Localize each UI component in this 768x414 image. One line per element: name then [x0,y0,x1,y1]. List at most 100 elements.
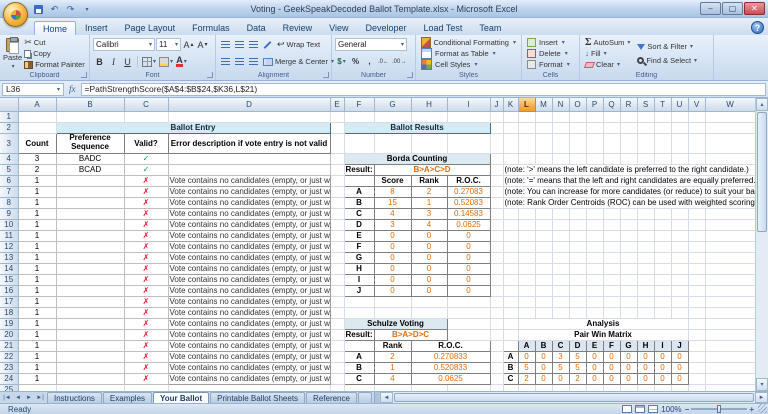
insert-worksheet-tab[interactable] [358,392,372,403]
column-header-Q[interactable]: Q [603,98,620,111]
cell-V2[interactable] [688,122,705,133]
cell-I18[interactable] [447,307,490,318]
cell-D16[interactable]: Vote contains no candidates (empty, or j… [168,285,330,296]
cell-L23[interactable]: 5 [518,362,535,373]
row-header-5[interactable]: 5 [0,164,18,175]
cell-A11[interactable]: 1 [18,230,56,241]
cell-N3[interactable] [552,133,569,153]
cell-N4[interactable] [552,153,569,164]
find-select-button[interactable]: Find & Select▾ [635,55,699,66]
cell-O14[interactable] [569,263,586,274]
next-sheet-button[interactable]: ► [24,395,34,401]
cell-E18[interactable] [330,307,344,318]
cell-O4[interactable] [569,153,586,164]
cell-P2[interactable] [586,122,603,133]
cell-I12[interactable]: 0 [447,241,490,252]
ribbon-tab-developer[interactable]: Developer [357,21,414,35]
cell-T11[interactable] [654,230,671,241]
normal-view-button[interactable] [622,405,632,413]
cell-N16[interactable] [552,285,569,296]
cell-O17[interactable] [569,296,586,307]
row-header-17[interactable]: 17 [0,296,18,307]
cell-R3[interactable] [620,133,637,153]
cell-C21[interactable]: ✗ [124,340,168,351]
align-left-button[interactable] [219,55,232,68]
cell-F1[interactable] [344,111,374,122]
cell-T15[interactable] [654,274,671,285]
cell-V17[interactable] [688,296,705,307]
cell-G22[interactable]: 2 [374,351,411,362]
cell-K10[interactable] [503,219,518,230]
cell-F17[interactable] [344,296,374,307]
cell-B7[interactable] [56,186,124,197]
cell-A19[interactable]: 1 [18,318,56,329]
cell-B12[interactable] [56,241,124,252]
cell-C4[interactable]: ✓ [124,153,168,164]
row-header-21[interactable]: 21 [0,340,18,351]
cell-W18[interactable] [705,307,755,318]
cell-J25[interactable] [490,384,503,391]
cell-N23[interactable]: 5 [552,362,569,373]
cell-A6[interactable]: 1 [18,175,56,186]
cell-V22[interactable] [688,351,705,362]
font-name-select[interactable]: Calibri▾ [93,38,155,51]
cell-G23[interactable]: 1 [374,362,411,373]
cell-O25[interactable] [569,384,586,391]
cell-E25[interactable] [330,384,344,391]
zoom-track[interactable] [691,408,747,410]
cell-G12[interactable]: 0 [374,241,411,252]
cell-N1[interactable] [552,111,569,122]
cell-M14[interactable] [535,263,552,274]
increase-decimal-button[interactable]: .0← [377,55,390,68]
cell-M16[interactable] [535,285,552,296]
cell-J13[interactable] [490,252,503,263]
cell-K4[interactable] [503,153,518,164]
cell-R10[interactable] [620,219,637,230]
cell-L21[interactable]: A [518,340,535,351]
cell-B5[interactable]: BCAD [56,164,124,175]
formula-input[interactable]: =PathStrengthScore($A$4:$B$24,$K36,L$21) [81,83,767,96]
page-layout-view-button[interactable] [635,405,645,413]
cell-A18[interactable]: 1 [18,307,56,318]
cell-I15[interactable]: 0 [447,274,490,285]
merge-center-button[interactable]: Merge & Center▾ [261,56,336,67]
cell-E6[interactable] [330,175,344,186]
cell-B6[interactable] [56,175,124,186]
cell-F5[interactable]: Result: [344,164,374,175]
cell-E14[interactable] [330,263,344,274]
cell-F19[interactable]: Schulze Voting [344,318,447,329]
cell-H10[interactable]: 4 [411,219,447,230]
align-top-button[interactable] [219,38,232,51]
paste-button[interactable]: Paste ▾ [3,37,22,70]
cell-L12[interactable] [518,241,535,252]
cell-K3[interactable] [503,133,518,153]
cell-K12[interactable] [503,241,518,252]
cell-D7[interactable]: Vote contains no candidates (empty, or j… [168,186,330,197]
cell-H18[interactable] [411,307,447,318]
last-sheet-button[interactable]: ►| [35,395,45,401]
cell-V3[interactable] [688,133,705,153]
cell-F3[interactable] [344,133,374,153]
cell-T3[interactable] [654,133,671,153]
column-header-O[interactable]: O [569,98,586,111]
cell-B18[interactable] [56,307,124,318]
column-header-D[interactable]: D [168,98,330,111]
cell-K11[interactable] [503,230,518,241]
cell-C22[interactable]: ✗ [124,351,168,362]
cell-D9[interactable]: Vote contains no candidates (empty, or j… [168,208,330,219]
cell-A20[interactable]: 1 [18,329,56,340]
cell-U11[interactable] [671,230,688,241]
cell-E22[interactable] [330,351,344,362]
cell-R11[interactable] [620,230,637,241]
cell-C19[interactable]: ✗ [124,318,168,329]
cell-J9[interactable] [490,208,503,219]
cell-M3[interactable] [535,133,552,153]
column-header-S[interactable]: S [637,98,654,111]
cell-P24[interactable]: 0 [586,373,603,384]
redo-button[interactable]: ↷ [64,3,77,15]
cell-U25[interactable] [671,384,688,391]
cell-M25[interactable] [535,384,552,391]
cell-E2[interactable] [330,122,344,133]
cell-H21[interactable]: R.O.C. [411,340,490,351]
cell-C20[interactable]: ✗ [124,329,168,340]
